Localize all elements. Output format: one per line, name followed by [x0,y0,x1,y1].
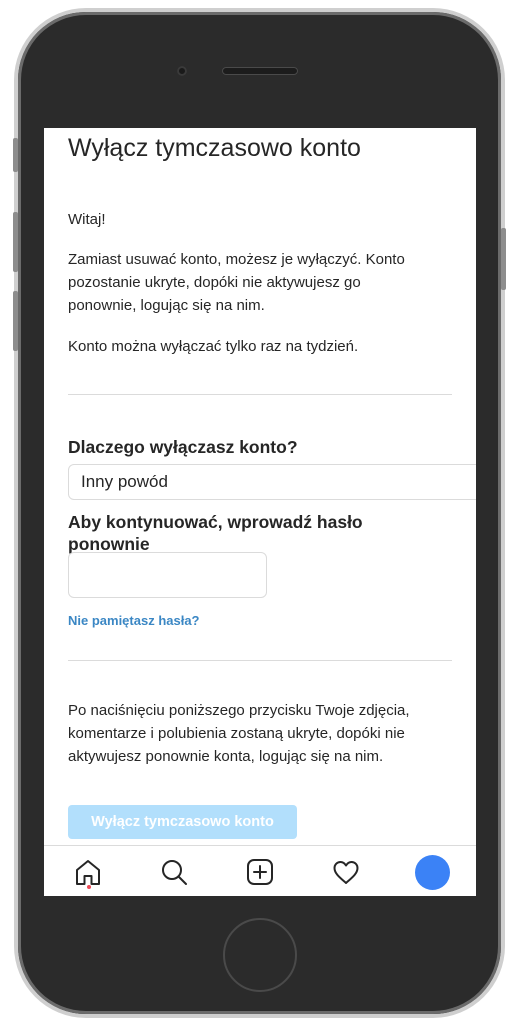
front-camera [177,66,187,76]
reason-select-value: Inny powód [81,472,168,491]
intro-text: Zamiast usuwać konto, możesz je wyłączyć… [68,248,458,317]
device-volume-up [13,212,18,272]
earpiece-speaker [222,67,298,75]
divider [68,394,452,395]
device-volume-down [13,291,18,351]
device-mute-switch [13,138,18,172]
forgot-password-link[interactable]: Nie pamiętasz hasła? [68,613,200,628]
weekly-limit-text: Konto można wyłączać tylko raz na tydzie… [68,338,359,355]
new-post-icon[interactable] [242,854,278,890]
intro-line: ponownie, logując się na nim. [68,297,265,314]
search-icon[interactable] [156,854,192,890]
notice-line: Po naciśnięciu poniższego przycisku Twoj… [68,702,410,719]
intro-line: pozostanie ukryte, dopóki nie aktywujesz… [68,274,361,291]
reason-select[interactable]: Inny powód [68,464,476,500]
intro-line: Zamiast usuwać konto, możesz je wyłączyć… [68,251,405,268]
bottom-tab-bar [44,845,476,896]
password-label-line: Aby kontynuować, wprowadź hasło [68,512,363,532]
activity-heart-icon[interactable] [328,854,364,890]
divider [68,660,452,661]
phone-screen: Wyłącz tymczasowo konto Witaj! Zamiast u… [44,128,476,896]
reason-label: Dlaczego wyłączasz konto? [68,437,298,457]
password-label: Aby kontynuować, wprowadź hasło ponownie [68,511,363,555]
page-title: Wyłącz tymczasowo konto [68,134,361,162]
device-home-button[interactable] [223,918,297,992]
notice-line: komentarze i polubienia zostaną ukryte, … [68,725,405,742]
profile-avatar[interactable] [415,855,450,890]
deactivate-account-button[interactable]: Wyłącz tymczasowo konto [68,805,297,839]
notice-line: aktywujesz ponownie konta, logując się n… [68,748,384,765]
scroll-content[interactable]: Wyłącz tymczasowo konto Witaj! Zamiast u… [44,128,476,845]
notice-text: Po naciśnięciu poniższego przycisku Twoj… [68,699,458,768]
notification-dot [87,885,91,889]
device-power-button [501,228,506,290]
password-input[interactable] [68,552,267,598]
greeting-text: Witaj! [68,211,106,228]
